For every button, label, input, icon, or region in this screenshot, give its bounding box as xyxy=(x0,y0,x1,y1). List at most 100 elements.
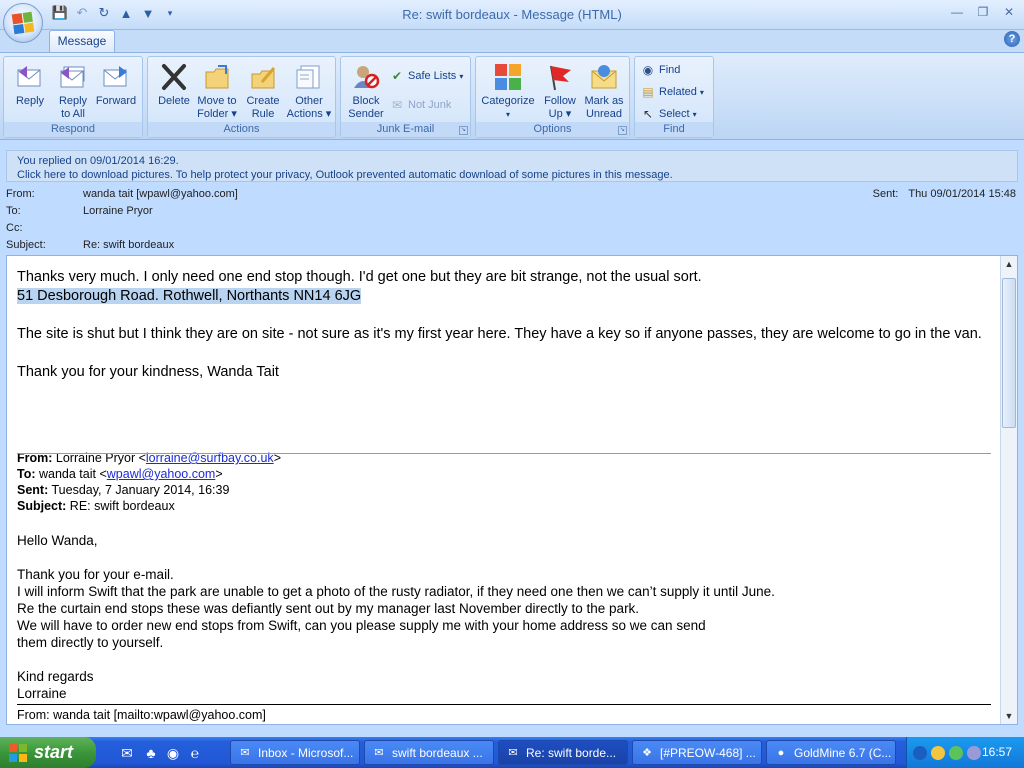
tray-app-icon[interactable] xyxy=(931,745,945,760)
mark-as-unread-button[interactable]: Mark as Unread xyxy=(580,59,628,121)
scroll-thumb[interactable] xyxy=(1002,278,1016,428)
ribbon-tab-row: Message ? xyxy=(0,30,1024,52)
scroll-up-icon[interactable]: ▲ xyxy=(1001,256,1017,272)
safe-lists-icon: ✔ xyxy=(391,69,403,83)
quote-to-email-link[interactable]: wpawl@yahoo.com xyxy=(107,467,216,481)
bug-icon: ❖ xyxy=(642,747,652,759)
move-to-folder-button[interactable]: Move to Folder ▾ xyxy=(193,59,241,121)
windows-logo-icon xyxy=(9,743,27,762)
body-line-1: Thanks very much. I only need one end st… xyxy=(17,269,702,285)
tray-chevron-icon[interactable] xyxy=(913,745,927,760)
reply-separator xyxy=(17,453,991,454)
email-icon: ✉ xyxy=(508,747,518,759)
scroll-down-icon[interactable]: ▼ xyxy=(1001,708,1017,724)
delete-icon xyxy=(158,61,190,93)
quote-line: Re the curtain end stops these was defia… xyxy=(17,601,640,616)
task-inbox[interactable]: ✉ Inbox - Microsof... xyxy=(230,740,360,765)
task-preow[interactable]: ❖ [#PREOW-468] ... xyxy=(632,740,762,765)
quote-line: them directly to yourself. xyxy=(17,635,164,650)
select-button[interactable]: ↖ Select ▾ xyxy=(640,104,697,124)
body-paragraph-2: The site is shut but I think they are on… xyxy=(17,326,982,342)
tray-status-icon[interactable] xyxy=(967,745,981,760)
restore-button[interactable]: ❐ xyxy=(974,4,992,20)
tab-message[interactable]: Message xyxy=(49,30,115,52)
next-quote-from: From: wanda tait [mailto:wpawl@yahoo.com… xyxy=(17,708,266,722)
reply-all-icon xyxy=(57,61,89,93)
cursor-icon: ↖ xyxy=(642,107,654,121)
related-icon: ▤ xyxy=(642,85,654,99)
window-title: Re: swift bordeaux - Message (HTML) xyxy=(402,7,622,22)
binoculars-icon: ◉ xyxy=(642,63,654,77)
info-bar-pictures[interactable]: Click here to download pictures. To help… xyxy=(17,168,1007,182)
move-folder-icon xyxy=(201,61,233,93)
chrome-quick-icon[interactable]: ◉ xyxy=(164,744,182,762)
other-actions-button[interactable]: Other Actions ▾ xyxy=(285,59,333,121)
create-rule-button[interactable]: Create Rule xyxy=(239,59,287,121)
quote-divider xyxy=(17,704,991,705)
actions-group: Delete Move to Folder ▾ Create Rule Othe… xyxy=(147,56,336,138)
respond-group: Reply Reply to All Forward Respond xyxy=(3,56,143,138)
message-body[interactable]: Thanks very much. I only need one end st… xyxy=(6,255,1018,725)
reply-all-button[interactable]: Reply to All xyxy=(49,59,97,121)
options-dialog-launcher-icon[interactable]: ↘ xyxy=(618,126,627,135)
quote-line: We will have to order new end stops from… xyxy=(17,618,706,633)
block-sender-button[interactable]: Block Sender xyxy=(342,59,390,121)
follow-up-button[interactable]: Follow Up ▾ xyxy=(538,59,582,121)
options-group: Categorize ▾ Follow Up ▾ Mark as Unread … xyxy=(475,56,630,138)
quote-line: I will inform Swift that the park are un… xyxy=(17,584,775,599)
follow-up-flag-icon xyxy=(544,61,576,93)
system-tray: 16:57 xyxy=(906,737,1024,768)
info-bar[interactable]: You replied on 09/01/2014 16:29. Click h… xyxy=(6,150,1018,182)
quote-greeting: Hello Wanda, xyxy=(17,533,98,548)
task-swift-bordeaux[interactable]: ✉ swift bordeaux ... xyxy=(364,740,494,765)
quote-line: Thank you for your e-mail. xyxy=(17,567,174,582)
junk-email-group-label: Junk E-mail xyxy=(341,122,470,137)
from-value[interactable]: wanda tait [wpawl@yahoo.com] xyxy=(83,188,238,200)
close-button[interactable]: ✕ xyxy=(1000,4,1018,20)
junk-dialog-launcher-icon[interactable]: ↘ xyxy=(459,126,468,135)
goldmine-icon: ● xyxy=(777,746,785,759)
forward-icon xyxy=(100,61,132,93)
address-text[interactable]: 51 Desborough Road. Rothwell, Northants … xyxy=(17,288,362,304)
outlook-icon: ✉ xyxy=(240,747,250,759)
find-group: ◉ Find ▤ Related ▾ ↖ Select ▾ Find xyxy=(634,56,714,138)
tray-network-icon[interactable] xyxy=(949,745,963,760)
junk-email-group: Block Sender ✔ Safe Lists ▾ ✉ Not Junk Ju… xyxy=(340,56,471,138)
safe-lists-button[interactable]: ✔ Safe Lists ▾ xyxy=(389,66,463,86)
find-group-label: Find xyxy=(635,122,713,137)
vertical-scrollbar[interactable]: ▲ ▼ xyxy=(1000,256,1017,724)
reply-button[interactable]: Reply xyxy=(6,59,54,121)
create-rule-icon xyxy=(247,61,279,93)
to-value[interactable]: Lorraine Pryor xyxy=(83,205,153,217)
quote-signature: Lorraine xyxy=(17,686,67,701)
taskbar: start ✉ ♣ ◉ ℮ ✉ Inbox - Microsof... ✉ swif… xyxy=(0,737,1024,768)
other-actions-icon xyxy=(293,61,325,93)
ie-quick-icon[interactable]: ℮ xyxy=(186,744,204,762)
categorize-button[interactable]: Categorize ▾ xyxy=(478,59,538,121)
app-quick-icon[interactable]: ♣ xyxy=(142,744,160,762)
delete-button[interactable]: Delete xyxy=(150,59,198,121)
reply-icon xyxy=(14,61,46,93)
minimize-button[interactable]: — xyxy=(948,4,966,20)
task-goldmine[interactable]: ● GoldMine 6.7 (C... xyxy=(766,740,896,765)
start-button[interactable]: start xyxy=(0,737,96,768)
help-icon[interactable]: ? xyxy=(1004,31,1020,47)
respond-group-label: Respond xyxy=(4,122,142,137)
office-logo-icon xyxy=(11,11,35,35)
ribbon: Reply Reply to All Forward Respond Delet… xyxy=(0,52,1024,140)
related-button[interactable]: ▤ Related ▾ xyxy=(640,82,704,102)
options-group-label: Options xyxy=(476,122,629,137)
office-button[interactable] xyxy=(3,3,43,43)
find-button[interactable]: ◉ Find xyxy=(640,60,681,80)
title-bar: 💾 ↶ ↻ ▲ ▼ ▾ Re: swift bordeaux - Message… xyxy=(0,0,1024,43)
outlook-quick-icon[interactable]: ✉ xyxy=(118,744,136,762)
mark-unread-icon xyxy=(588,61,620,93)
clock: 16:57 xyxy=(981,745,1012,759)
not-junk-button[interactable]: ✉ Not Junk xyxy=(389,95,451,115)
quote-subject-line: Subject: RE: swift bordeaux xyxy=(17,499,175,513)
quote-sent-line: Sent: Tuesday, 7 January 2014, 16:39 xyxy=(17,483,230,497)
email-icon: ✉ xyxy=(374,747,384,759)
body-thanks: Thank you for your kindness, Wanda Tait xyxy=(17,364,279,380)
forward-button[interactable]: Forward xyxy=(92,59,140,121)
task-re-swift-bordeaux[interactable]: ✉ Re: swift borde... xyxy=(498,740,628,765)
